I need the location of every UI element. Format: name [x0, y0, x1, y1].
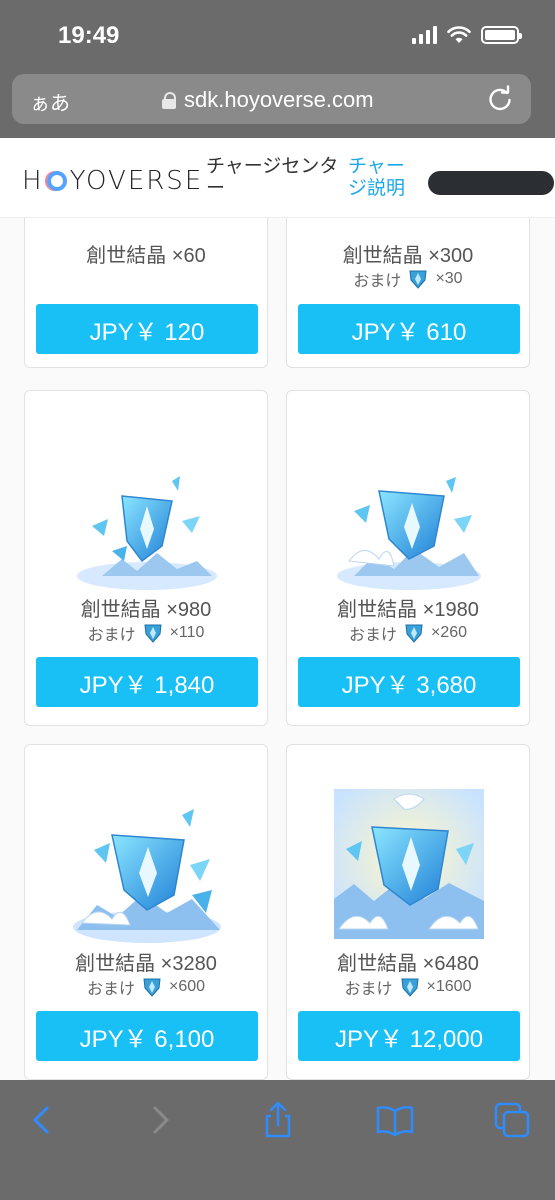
user-account-pill[interactable] [428, 171, 554, 195]
crystal-pack-image [73, 809, 221, 943]
bonus-label: おまけ [348, 627, 397, 644]
product-card[interactable]: 創世結晶 ×300 おまけ ×30 JPY￥ 610 [286, 218, 530, 368]
product-card[interactable]: 創世結晶 ×6480 おまけ ×1600 JPY￥ 12,000 [286, 744, 530, 1080]
product-name: 創世結晶 ×980 [80, 599, 212, 621]
status-time: 19:49 [58, 22, 120, 49]
browser-top-chrome: 19:49 ぁあ sdk.hoyoverse.com [0, 0, 555, 138]
bonus-row: おまけ ×30 [287, 267, 529, 291]
back-icon[interactable] [22, 1100, 62, 1140]
bonus-label: おまけ [344, 981, 393, 998]
reader-options-button[interactable]: ぁあ [30, 87, 70, 116]
logo-letters: YOVERSE [69, 166, 204, 196]
crystal-pack-image [337, 477, 481, 590]
product-name: 創世結晶 ×1980 [337, 599, 479, 621]
product-card[interactable]: 創世結晶 ×980 おまけ ×110 JPY￥ 1,840 [24, 390, 268, 726]
product-name: 創世結晶 ×6480 [337, 953, 479, 975]
product-name: 創世結晶 ×3280 [75, 953, 217, 975]
bonus-row: おまけ ×260 [287, 621, 529, 645]
bonus-amount: ×1600 [426, 978, 472, 995]
bonus-row: おまけ ×1600 [287, 975, 529, 999]
crystal-icon [400, 978, 419, 997]
cellular-signal-icon [412, 26, 437, 44]
status-icons [412, 26, 522, 44]
page-title: チャージセンター [206, 156, 339, 199]
product-card[interactable]: 創世結晶 ×3280 おまけ ×600 JPY￥ 6,100 [24, 744, 268, 1080]
bonus-row: おまけ ×110 [25, 621, 267, 645]
buy-button[interactable]: JPY￥ 3,680 [298, 657, 520, 707]
crystal-pack-image [334, 789, 484, 939]
buy-button[interactable]: JPY￥ 6,100 [36, 1011, 258, 1061]
buy-button[interactable]: JPY￥ 120 [36, 304, 258, 354]
bonus-amount: ×260 [430, 624, 468, 641]
hoyoverse-logo[interactable]: H YOVERSE [22, 166, 203, 196]
logo-letter-h: H [22, 166, 44, 196]
bonus-amount: ×30 [435, 270, 463, 287]
crystal-icon [405, 624, 423, 643]
product-name: 創世結晶 ×300 [342, 245, 474, 267]
url-display[interactable]: sdk.hoyoverse.com [162, 87, 374, 113]
product-grid: 創世結晶 ×60 JPY￥ 120 創世結晶 ×300 おまけ ×30 JPY￥… [0, 218, 555, 1080]
site-header: H YOVERSE チャージセンター チャージ説明 [0, 138, 555, 218]
share-icon[interactable] [258, 1100, 298, 1140]
bonus-amount: ×600 [168, 978, 206, 995]
crystal-icon [144, 624, 162, 643]
url-text: sdk.hoyoverse.com [184, 87, 374, 112]
bonus-row: おまけ ×600 [25, 975, 267, 999]
buy-button[interactable]: JPY￥ 1,840 [36, 657, 258, 707]
status-bar: 19:49 [0, 0, 555, 72]
browser-toolbar [0, 1080, 555, 1200]
wifi-icon [447, 26, 471, 43]
product-card[interactable]: 創世結晶 ×60 JPY￥ 120 [24, 218, 268, 368]
bookmarks-icon[interactable] [375, 1100, 415, 1140]
crystal-icon [409, 270, 427, 289]
reload-icon[interactable] [485, 84, 515, 114]
bonus-amount: ×110 [169, 624, 205, 641]
crystal-pack-image [77, 476, 217, 590]
charge-guide-link[interactable]: チャージ説明 [348, 156, 418, 200]
product-card[interactable]: 創世結晶 ×1980 おまけ ×260 JPY￥ 3,680 [286, 390, 530, 726]
logo-o-ring [46, 171, 67, 191]
product-name: 創世結晶 ×60 [86, 245, 206, 267]
bonus-label: おまけ [87, 627, 136, 644]
address-bar[interactable]: ぁあ sdk.hoyoverse.com [12, 74, 531, 124]
bonus-label: おまけ [86, 981, 135, 998]
lock-icon [162, 92, 176, 109]
battery-icon [481, 26, 522, 44]
buy-button[interactable]: JPY￥ 610 [298, 304, 520, 354]
forward-icon[interactable] [140, 1100, 180, 1140]
crystal-icon [143, 978, 161, 997]
tabs-icon[interactable] [492, 1100, 532, 1140]
bonus-label: おまけ [353, 273, 402, 290]
buy-button[interactable]: JPY￥ 12,000 [298, 1011, 520, 1061]
